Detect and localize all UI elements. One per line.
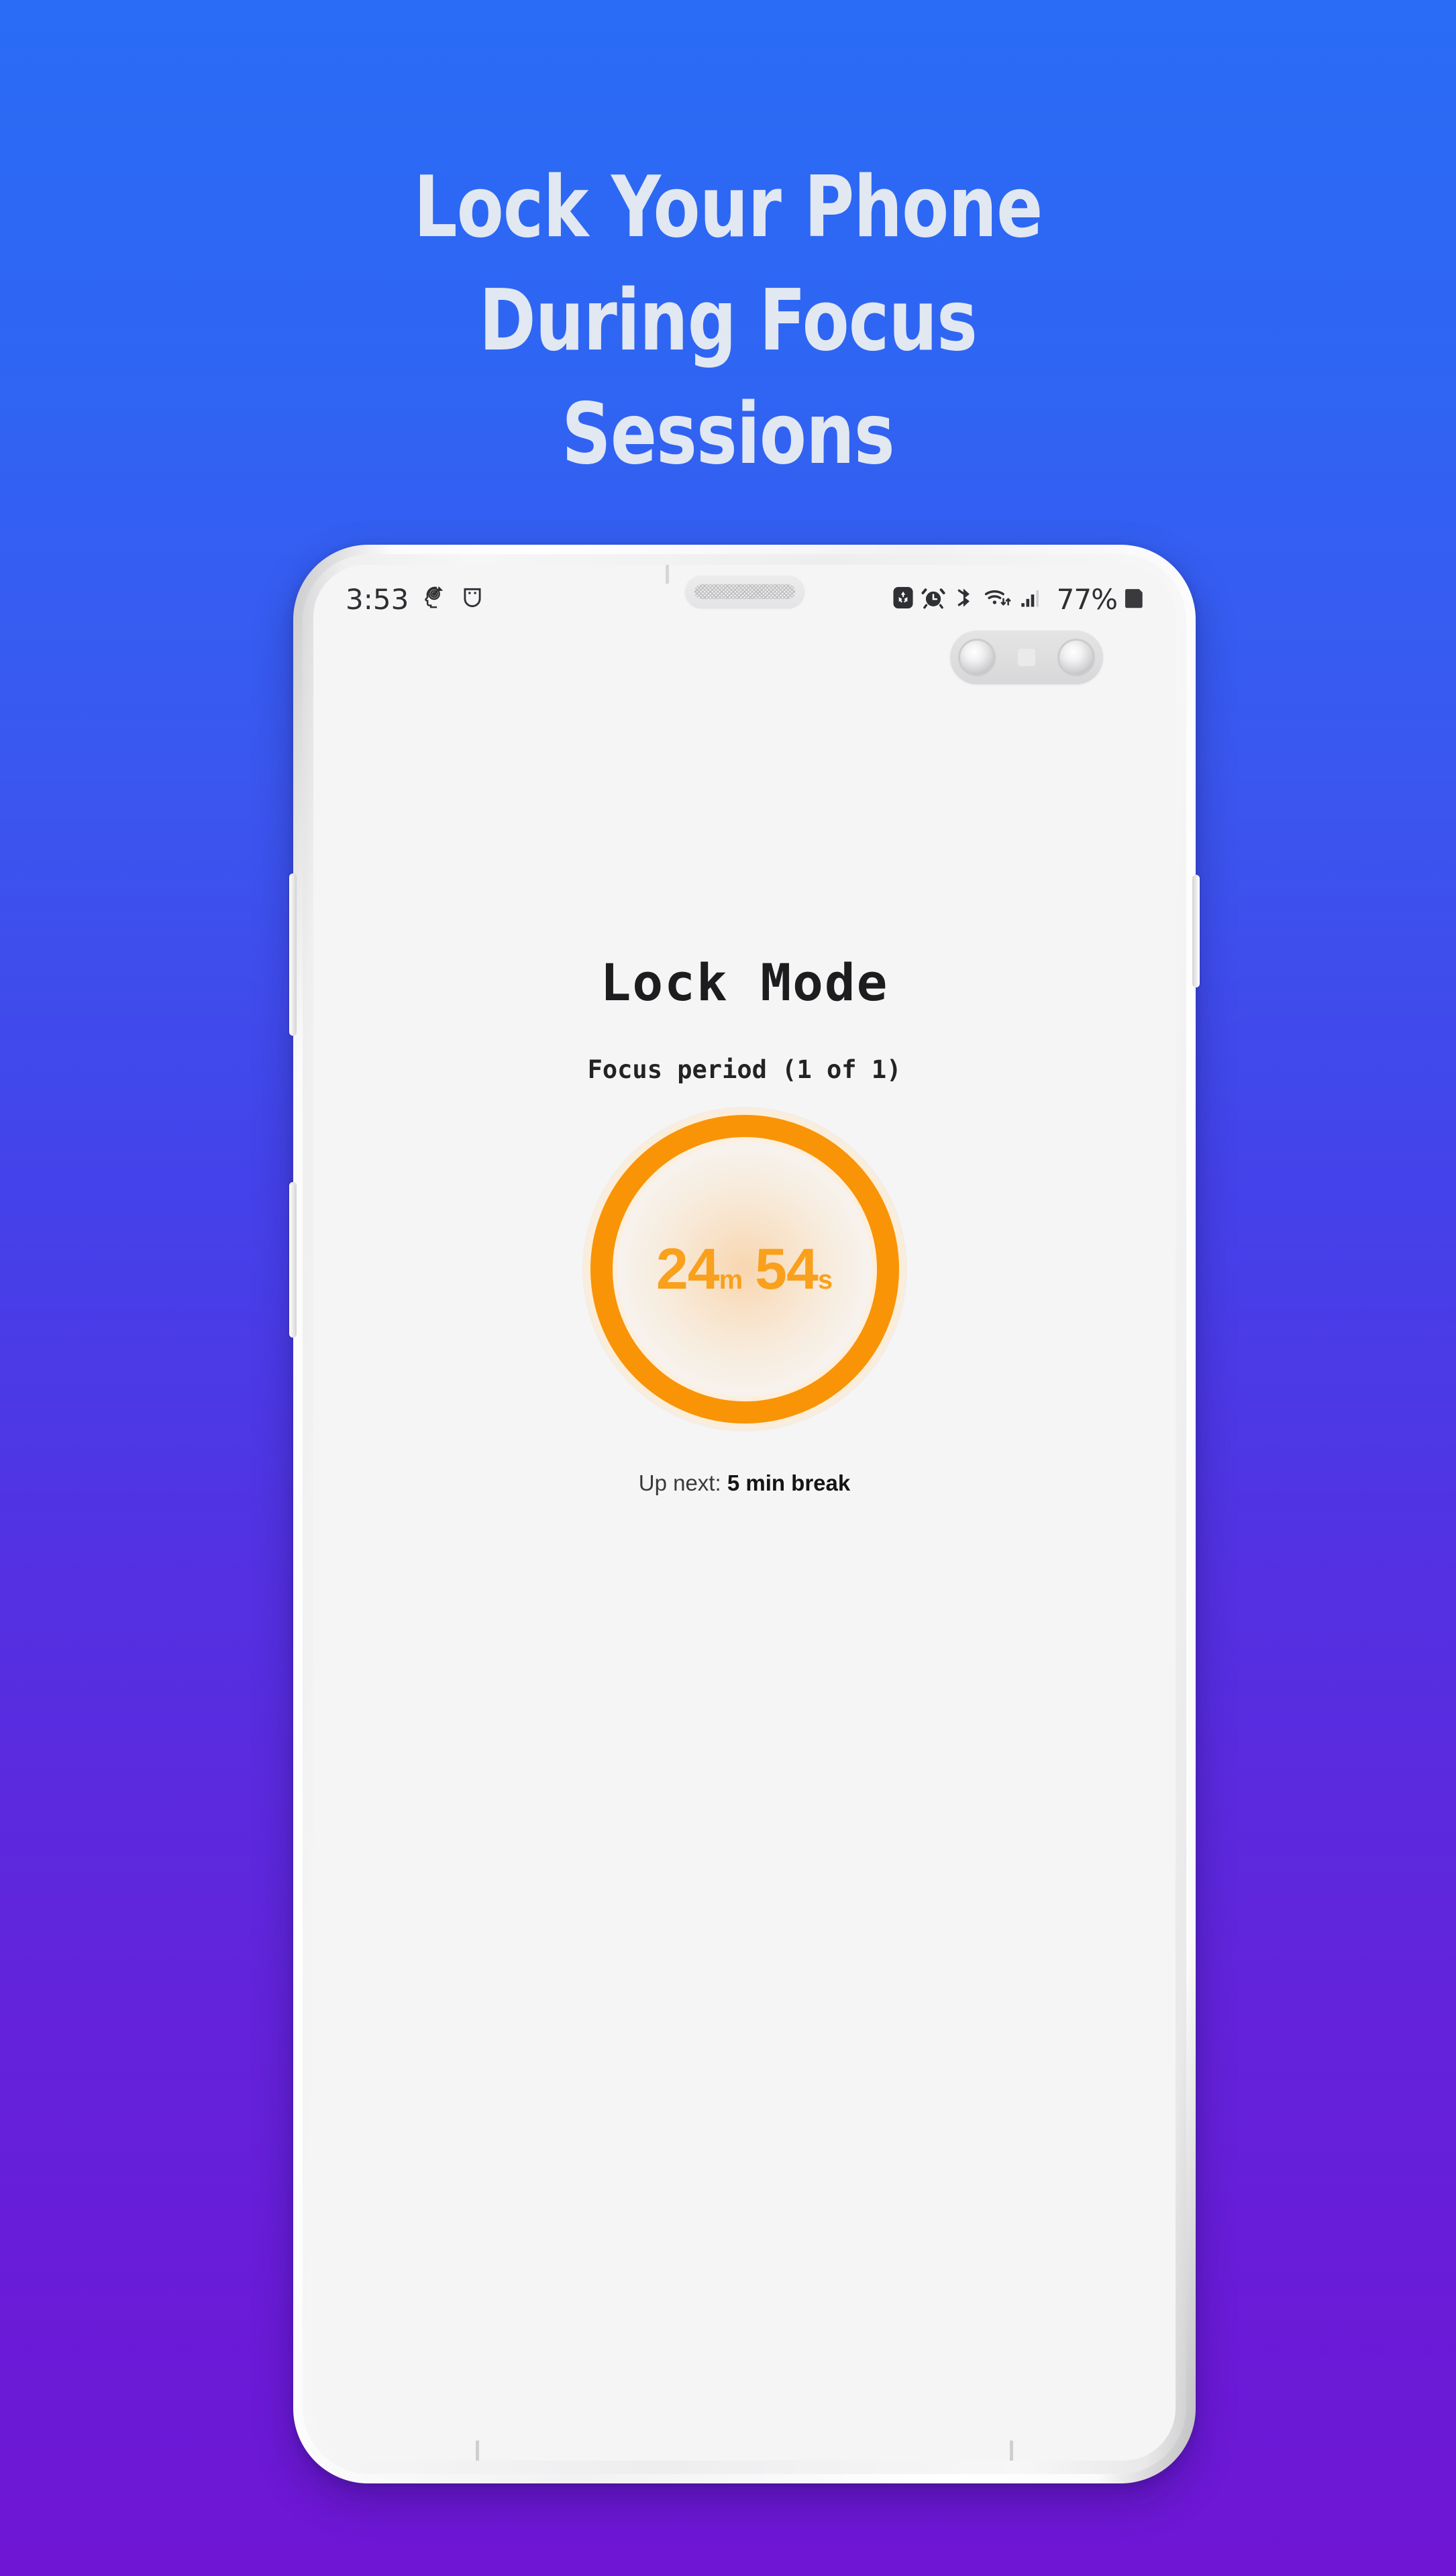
- signal-bars-icon: [1020, 586, 1044, 613]
- antenna-line-bottom-right: [1010, 2440, 1013, 2461]
- power-button[interactable]: [1192, 875, 1200, 987]
- battery-icon: [1125, 585, 1145, 614]
- wifi-icon: [983, 586, 1012, 613]
- antenna-line-top: [665, 565, 669, 584]
- alarm-clock-icon: [921, 586, 945, 613]
- headline-line-2: During Focus: [478, 270, 978, 370]
- focus-period-label: Focus period (1 of 1): [587, 1055, 902, 1084]
- up-next-row: Up next: 5 min break: [639, 1470, 851, 1496]
- status-bar-right: 77%: [892, 583, 1145, 616]
- up-next-value: 5 min break: [727, 1470, 851, 1495]
- status-clock: 3:53: [346, 582, 409, 616]
- headline-line-3: Sessions: [562, 384, 894, 483]
- front-camera-cutout: [950, 631, 1103, 684]
- status-bar-left: 3:53: [346, 583, 485, 616]
- promo-headline: Lock Your Phone During Focus Sessions: [73, 151, 1384, 490]
- timer-minutes: 24: [656, 1237, 720, 1301]
- timer-ring[interactable]: 24m 54s: [582, 1107, 907, 1432]
- camera-lens-right: [1057, 639, 1095, 676]
- page-title: Lock Mode: [600, 953, 889, 1012]
- bixby-button[interactable]: [289, 1182, 297, 1338]
- eco-save-icon: [892, 585, 914, 614]
- timer-readout: 24m 54s: [656, 1240, 833, 1298]
- phone-mockup: 3:53 77% Lock Mode Focus period (1 of 1)…: [289, 545, 1200, 2483]
- timer-seconds-unit: s: [817, 1265, 833, 1295]
- camera-sensor: [1018, 649, 1035, 666]
- timer-seconds: 54: [755, 1237, 819, 1301]
- phone-screen: 3:53 77% Lock Mode Focus period (1 of 1)…: [313, 565, 1176, 2461]
- up-next-label: Up next:: [638, 1470, 721, 1495]
- bluetooth-icon: [953, 586, 976, 613]
- camera-lens-left: [958, 639, 996, 676]
- antenna-line-bottom-left: [476, 2440, 479, 2461]
- smiley-face-icon: [460, 585, 485, 614]
- battery-percent-label: 77%: [1056, 582, 1118, 616]
- focus-head-icon: [421, 584, 448, 614]
- earpiece-speaker: [684, 576, 804, 608]
- lock-mode-screen: Lock Mode Focus period (1 of 1) 24m 54s U…: [313, 629, 1176, 2461]
- volume-rocker-button[interactable]: [289, 873, 297, 1036]
- headline-line-1: Lock Your Phone: [413, 158, 1043, 256]
- timer-minutes-unit: m: [719, 1265, 743, 1295]
